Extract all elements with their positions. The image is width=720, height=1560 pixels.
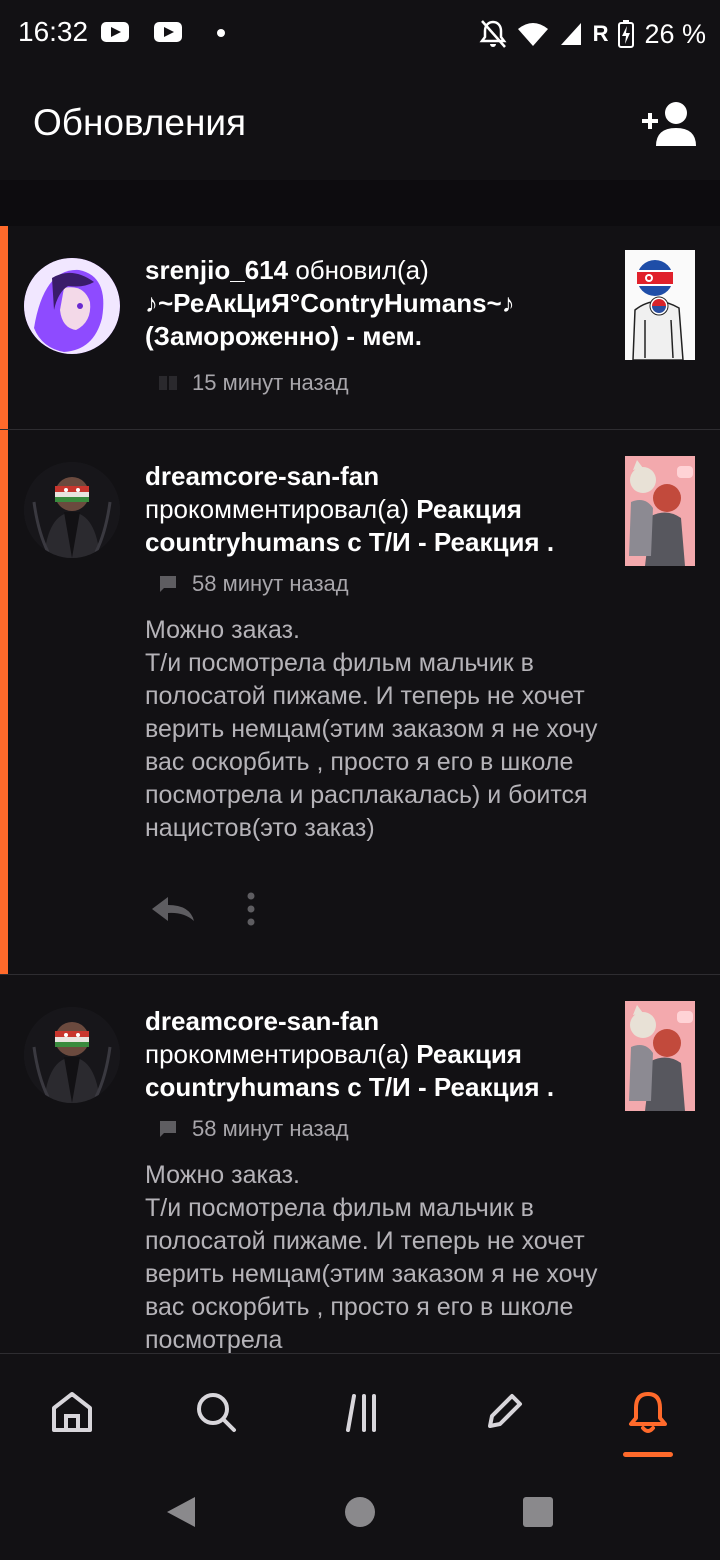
- comment-icon: [160, 1121, 176, 1137]
- notification-time: 15 минут назад: [192, 370, 349, 395]
- comment-icon: [160, 576, 176, 592]
- comment-text: Можно заказ. Т/и посмотрела фильм мальчи…: [145, 1161, 598, 1353]
- recents-icon[interactable]: [523, 1497, 553, 1527]
- reply-icon[interactable]: [150, 895, 196, 923]
- avatar[interactable]: [24, 258, 120, 354]
- status-right: R 26 %: [479, 14, 706, 54]
- battery-charging-icon: [618, 20, 635, 48]
- status-bar: 16:32 R 26 %: [0, 0, 720, 70]
- mute-bell-icon: [479, 20, 507, 48]
- nav-notifications[interactable]: [620, 1384, 676, 1440]
- story-cover-image: [625, 1001, 695, 1111]
- notification-meta: 58 минут назад: [158, 571, 349, 597]
- avatar-image: [24, 1007, 120, 1103]
- list-item[interactable]: dreamcore-san-fan прокомментировал(а) Реа…: [0, 430, 720, 975]
- notification-user[interactable]: dreamcore-san-fan: [145, 1006, 379, 1036]
- notification-headline: srenjio_614 обновил(а) ♪~РеАкЦиЯ°ContryH…: [145, 254, 605, 353]
- avatar[interactable]: [24, 1007, 120, 1103]
- nav-write[interactable]: [476, 1384, 532, 1440]
- dot-icon: [217, 29, 225, 37]
- avatar[interactable]: [24, 462, 120, 558]
- notification-meta: 58 минут назад: [158, 1116, 349, 1142]
- notifications-feed: srenjio_614 обновил(а) ♪~РеАкЦиЯ°ContryH…: [0, 226, 720, 1353]
- battery-percent: 26 %: [644, 18, 706, 49]
- nav-search[interactable]: [188, 1384, 244, 1440]
- notification-user[interactable]: srenjio_614: [145, 255, 288, 285]
- notification-meta: 15 минут назад: [158, 370, 349, 396]
- nav-library[interactable]: [334, 1384, 390, 1440]
- signal-icon: [560, 23, 581, 45]
- page-title: Обновления: [33, 102, 247, 143]
- story-thumbnail[interactable]: [625, 456, 695, 566]
- header-divider-band: [0, 180, 720, 226]
- add-user-icon[interactable]: [640, 100, 698, 148]
- avatar-image: [24, 258, 120, 354]
- story-cover-image: [625, 456, 695, 566]
- comment-text: Можно заказ. Т/и посмотрела фильм мальчи…: [145, 616, 598, 842]
- notification-user[interactable]: dreamcore-san-fan: [145, 461, 379, 491]
- wifi-icon: [517, 23, 548, 46]
- list-item[interactable]: dreamcore-san-fan прокомментировал(а) Реа…: [0, 975, 720, 1353]
- notification-action: обновил(а): [288, 255, 429, 285]
- youtube-icon: [101, 22, 129, 42]
- story-thumbnail[interactable]: [625, 1001, 695, 1111]
- list-item[interactable]: srenjio_614 обновил(а) ♪~РеАкЦиЯ°ContryH…: [0, 226, 720, 430]
- notification-target[interactable]: ♪~РеАкЦиЯ°ContryHumans~♪ (Замороженно) -…: [145, 288, 515, 351]
- notifications-icon: [629, 1392, 667, 1433]
- story-thumbnail[interactable]: [625, 250, 695, 360]
- system-navigation: [0, 1465, 720, 1560]
- network-letter: R: [592, 21, 609, 46]
- notification-action: прокомментировал(а): [145, 494, 417, 524]
- write-icon: [488, 1394, 522, 1428]
- home-circle-icon[interactable]: [345, 1497, 375, 1527]
- avatar-image: [24, 462, 120, 558]
- notification-action: прокомментировал(а): [145, 1039, 417, 1069]
- search-icon: [197, 1393, 236, 1432]
- bottom-navigation: [0, 1353, 720, 1466]
- notification-time: 58 минут назад: [192, 1116, 349, 1141]
- more-options-icon[interactable]: [246, 892, 256, 926]
- back-icon[interactable]: [165, 1495, 197, 1529]
- library-icon: [346, 1394, 376, 1432]
- youtube-icon: [154, 22, 182, 42]
- app-header: Обновления: [0, 70, 720, 180]
- notification-headline: dreamcore-san-fan прокомментировал(а) Реа…: [145, 460, 605, 559]
- book-icon: [159, 376, 177, 390]
- home-icon: [52, 1392, 92, 1432]
- status-time: 16:32: [18, 16, 89, 47]
- nav-home[interactable]: [44, 1384, 100, 1440]
- active-tab-indicator: [623, 1452, 673, 1457]
- notification-headline: dreamcore-san-fan прокомментировал(а) Реа…: [145, 1005, 605, 1104]
- comment-actions: [150, 892, 256, 926]
- story-cover-image: [625, 250, 695, 360]
- notification-time: 58 минут назад: [192, 571, 349, 596]
